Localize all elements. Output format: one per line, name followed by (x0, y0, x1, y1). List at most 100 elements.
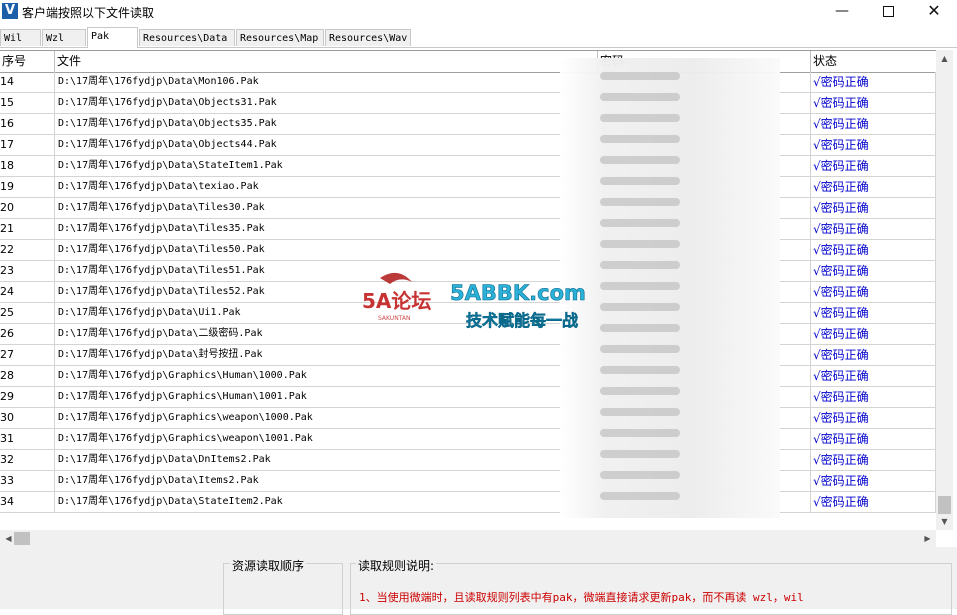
redacted-value (600, 429, 680, 437)
table-row[interactable]: 33 D:\17周年\176fydjp\Data\Items2.Pak √密码正确 (0, 471, 936, 492)
table-row[interactable]: 20 D:\17周年\176fydjp\Data\Tiles30.Pak √密码正确 (0, 198, 936, 219)
watermark-logo: 5A论坛 SAKUNTAN 5ABBK.com 技术赋能每一战 (362, 272, 586, 330)
row-number: 21 (0, 219, 55, 239)
table-row[interactable]: 17 D:\17周年\176fydjp\Data\Objects44.Pak √密码… (0, 135, 936, 156)
row-file-path: D:\17周年\176fydjp\Data\Mon106.Pak (55, 72, 598, 92)
redacted-value (600, 408, 680, 416)
redacted-value (600, 366, 680, 374)
row-status: √密码正确 (811, 93, 936, 113)
redacted-value (600, 282, 680, 290)
close-icon: ✕ (927, 1, 941, 20)
horizontal-scrollbar[interactable]: ◀ ▶ (0, 530, 936, 547)
row-number: 25 (0, 303, 55, 323)
table-row[interactable]: 22 D:\17周年\176fydjp\Data\Tiles50.Pak √密码正确 (0, 240, 936, 261)
close-button[interactable]: ✕ (911, 0, 957, 24)
row-number: 34 (0, 492, 55, 512)
row-status: √密码正确 (811, 261, 936, 281)
table-row[interactable]: 27 D:\17周年\176fydjp\Data\封号按扭.Pak √密码正确 (0, 345, 936, 366)
table-row[interactable]: 32 D:\17周年\176fydjp\Data\DnItems2.Pak √密码正… (0, 450, 936, 471)
bottom-panel: 资源读取顺序 读取规则说明: 1、当使用微端时，且读取规则列表中有pak，微端直… (0, 547, 957, 615)
row-number: 18 (0, 156, 55, 176)
row-file-path: D:\17周年\176fydjp\Graphics\Human\1001.Pak (55, 387, 598, 407)
scroll-right-icon[interactable]: ▶ (919, 530, 936, 547)
tab-strip: Wil Wzl Pak Resources\Data Resources\Map… (0, 27, 957, 48)
load-order-box: 资源读取顺序 (223, 557, 343, 615)
window-title: 客户端按照以下文件读取 (22, 6, 155, 20)
redacted-value (600, 471, 680, 479)
scroll-down-icon[interactable]: ▼ (936, 513, 953, 530)
table-row[interactable]: 30 D:\17周年\176fydjp\Graphics\weapon\1000.… (0, 408, 936, 429)
tab-resources-map[interactable]: Resources\Map (236, 29, 324, 46)
row-number: 19 (0, 177, 55, 197)
table-row[interactable]: 18 D:\17周年\176fydjp\Data\StateItem1.Pak √密… (0, 156, 936, 177)
row-file-path: D:\17周年\176fydjp\Data\Tiles35.Pak (55, 219, 598, 239)
row-status: √密码正确 (811, 198, 936, 218)
table-row[interactable]: 15 D:\17周年\176fydjp\Data\Objects31.Pak √密码… (0, 93, 936, 114)
row-number: 20 (0, 198, 55, 218)
row-number: 33 (0, 471, 55, 491)
watermark-sub: SAKUNTAN (378, 315, 410, 322)
header-no[interactable]: 序号 (0, 51, 55, 72)
redacted-value (600, 261, 680, 269)
table-row[interactable]: 34 D:\17周年\176fydjp\Data\StateItem2.Pak √密… (0, 492, 936, 513)
row-number: 32 (0, 450, 55, 470)
table-row[interactable]: 16 D:\17周年\176fydjp\Data\Objects35.Pak √密码… (0, 114, 936, 135)
header-status[interactable]: 状态 (811, 51, 936, 72)
row-status: √密码正确 (811, 114, 936, 134)
row-file-path: D:\17周年\176fydjp\Data\StateItem2.Pak (55, 492, 598, 512)
row-file-path: D:\17周年\176fydjp\Graphics\weapon\1000.Pa… (55, 408, 598, 428)
maximize-button[interactable] (865, 0, 911, 24)
row-status: √密码正确 (811, 429, 936, 449)
watermark-site: 5ABBK.com (450, 281, 586, 305)
redacted-value (600, 324, 680, 332)
horizontal-scroll-thumb[interactable] (14, 532, 30, 545)
row-file-path: D:\17周年\176fydjp\Data\Tiles50.Pak (55, 240, 598, 260)
table-row[interactable]: 28 D:\17周年\176fydjp\Graphics\Human\1000.P… (0, 366, 936, 387)
watermark-logo-text: 5A论坛 (362, 289, 431, 313)
scroll-up-icon[interactable]: ▲ (936, 50, 953, 67)
row-number: 14 (0, 72, 55, 92)
row-number: 26 (0, 324, 55, 344)
header-file[interactable]: 文件 (55, 51, 598, 72)
row-number: 27 (0, 345, 55, 365)
row-file-path: D:\17周年\176fydjp\Data\Tiles30.Pak (55, 198, 598, 218)
table-row[interactable]: 21 D:\17周年\176fydjp\Data\Tiles35.Pak √密码正确 (0, 219, 936, 240)
row-file-path: D:\17周年\176fydjp\Data\StateItem1.Pak (55, 156, 598, 176)
table-row[interactable]: 31 D:\17周年\176fydjp\Graphics\weapon\1001.… (0, 429, 936, 450)
row-file-path: D:\17周年\176fydjp\Data\Objects44.Pak (55, 135, 598, 155)
tab-wil[interactable]: Wil (0, 29, 41, 46)
redacted-value (600, 345, 680, 353)
redacted-value (600, 303, 680, 311)
row-number: 16 (0, 114, 55, 134)
maximize-icon (882, 5, 894, 17)
row-number: 23 (0, 261, 55, 281)
row-number: 17 (0, 135, 55, 155)
table-row[interactable]: 14 D:\17周年\176fydjp\Data\Mon106.Pak √密码正确 (0, 72, 936, 93)
row-status: √密码正确 (811, 366, 936, 386)
tab-wzl[interactable]: Wzl (42, 29, 86, 46)
redacted-value (600, 93, 680, 101)
table-row[interactable]: 19 D:\17周年\176fydjp\Data\texiao.Pak √密码正确 (0, 177, 936, 198)
row-status: √密码正确 (811, 177, 936, 197)
row-file-path: D:\17周年\176fydjp\Data\Objects35.Pak (55, 114, 598, 134)
redacted-value (600, 114, 680, 122)
row-number: 29 (0, 387, 55, 407)
rules-box: 读取规则说明: 1、当使用微端时，且读取规则列表中有pak，微端直接请求更新pa… (350, 557, 952, 615)
redacted-value (600, 198, 680, 206)
row-status: √密码正确 (811, 387, 936, 407)
row-status: √密码正确 (811, 450, 936, 470)
redacted-value (600, 219, 680, 227)
row-status: √密码正确 (811, 471, 936, 491)
row-file-path: D:\17周年\176fydjp\Data\Objects31.Pak (55, 93, 598, 113)
tab-resources-wav[interactable]: Resources\Wav (325, 29, 411, 46)
tab-pak[interactable]: Pak (87, 27, 138, 48)
row-file-path: D:\17周年\176fydjp\Data\封号按扭.Pak (55, 345, 598, 365)
redacted-value (600, 156, 680, 164)
minimize-button[interactable]: — (819, 0, 865, 24)
table-row[interactable]: 29 D:\17周年\176fydjp\Graphics\Human\1001.P… (0, 387, 936, 408)
row-status: √密码正确 (811, 345, 936, 365)
tab-resources-data[interactable]: Resources\Data (139, 29, 235, 46)
vertical-scrollbar[interactable]: ▲ ▼ (936, 50, 953, 530)
vertical-scroll-thumb[interactable] (938, 496, 951, 514)
row-number: 15 (0, 93, 55, 113)
